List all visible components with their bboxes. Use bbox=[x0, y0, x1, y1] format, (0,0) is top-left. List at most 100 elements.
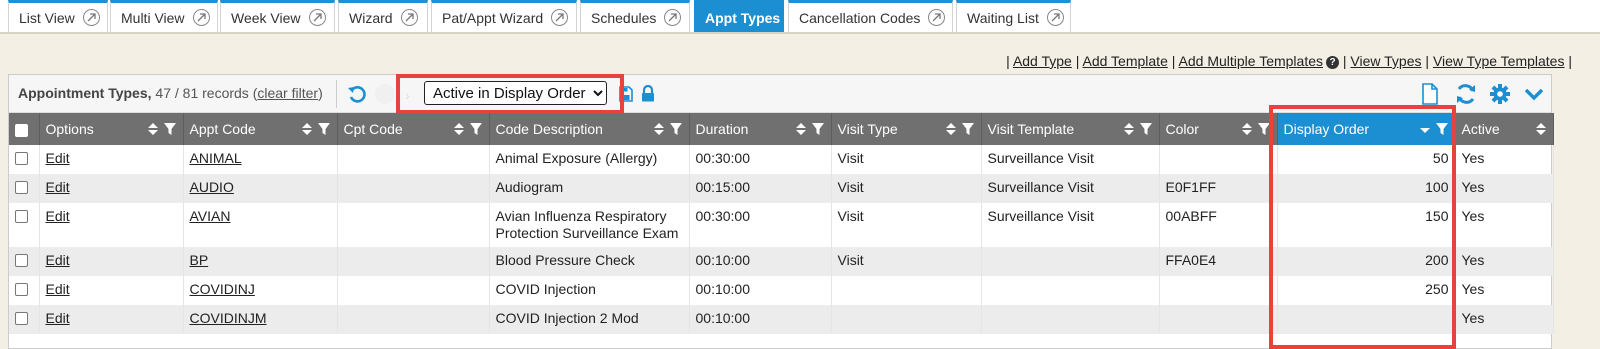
sort-icon[interactable] bbox=[147, 122, 159, 136]
view-types-link[interactable]: View Types bbox=[1350, 53, 1421, 69]
sort-icon[interactable] bbox=[1123, 122, 1135, 136]
tab-appt-types[interactable]: Appt Types bbox=[694, 0, 784, 32]
external-link-icon[interactable] bbox=[400, 9, 418, 26]
external-link-icon[interactable] bbox=[664, 9, 682, 26]
column-header-duration[interactable]: Duration bbox=[689, 113, 832, 145]
cell-visit-template: Surveillance Visit bbox=[981, 203, 1160, 247]
gear-icon[interactable] bbox=[1489, 83, 1511, 105]
cell-options: Edit bbox=[39, 145, 184, 174]
column-header-visit-template[interactable]: Visit Template bbox=[981, 113, 1160, 145]
appt-code-link[interactable]: COVIDINJ bbox=[190, 281, 255, 297]
filter-icon[interactable] bbox=[163, 122, 177, 136]
header-label: Visit Template bbox=[987, 121, 1075, 137]
column-header-color[interactable]: Color bbox=[1159, 113, 1278, 145]
new-document-icon[interactable] bbox=[1421, 83, 1439, 105]
column-header-code-description[interactable]: Code Description bbox=[489, 113, 690, 145]
cell-color bbox=[1159, 305, 1278, 334]
tab-list-view[interactable]: List View bbox=[8, 0, 108, 32]
filter-icon[interactable] bbox=[961, 122, 975, 136]
refresh-icon[interactable] bbox=[1455, 83, 1477, 105]
add-type-link[interactable]: Add Type bbox=[1013, 53, 1072, 69]
external-link-icon[interactable] bbox=[82, 9, 100, 26]
column-header-display-order[interactable]: Display Order bbox=[1277, 113, 1456, 145]
edit-link[interactable]: Edit bbox=[46, 208, 70, 224]
appointment-types-table: Options Appt Code Cpt Code Code Descript… bbox=[9, 113, 1554, 334]
appt-code-link[interactable]: BP bbox=[190, 252, 209, 268]
table-row[interactable]: Edit AVIAN Avian Influenza Respiratory P… bbox=[9, 203, 1554, 247]
chevron-down-icon[interactable] bbox=[1523, 83, 1545, 105]
cell-duration: 00:10:00 bbox=[689, 247, 832, 276]
sort-icon[interactable] bbox=[795, 122, 807, 136]
select-all-checkbox[interactable] bbox=[15, 123, 28, 137]
external-link-icon[interactable] bbox=[551, 9, 569, 26]
appt-code-link[interactable]: AUDIO bbox=[190, 179, 234, 195]
edit-link[interactable]: Edit bbox=[46, 252, 70, 268]
external-link-icon[interactable] bbox=[928, 9, 946, 26]
sort-descending-icon[interactable] bbox=[1419, 122, 1431, 136]
edit-link[interactable]: Edit bbox=[46, 150, 70, 166]
filter-icon[interactable] bbox=[469, 122, 483, 136]
tab-week-view[interactable]: Week View bbox=[220, 0, 335, 32]
column-header-cpt-code[interactable]: Cpt Code bbox=[337, 113, 490, 145]
tab-schedules[interactable]: Schedules bbox=[580, 0, 690, 32]
tab-wizard[interactable]: Wizard bbox=[338, 0, 428, 32]
tab-waiting-list[interactable]: Waiting List bbox=[956, 0, 1071, 32]
sort-icon[interactable] bbox=[653, 122, 665, 136]
sort-icon[interactable] bbox=[301, 122, 313, 136]
cell-display-order: 50 bbox=[1277, 145, 1456, 174]
appt-code-link[interactable]: AVIAN bbox=[190, 208, 231, 224]
row-checkbox[interactable] bbox=[15, 254, 28, 267]
add-multiple-templates-link[interactable]: Add Multiple Templates bbox=[1179, 53, 1323, 69]
cell-visit-template: Surveillance Visit bbox=[981, 145, 1160, 174]
tab-pat-appt-wizard[interactable]: Pat/Appt Wizard bbox=[431, 0, 577, 32]
appt-code-link[interactable]: ANIMAL bbox=[190, 150, 242, 166]
cell-options: Edit bbox=[39, 247, 184, 276]
filter-icon[interactable] bbox=[811, 122, 825, 136]
sort-icon[interactable] bbox=[1241, 122, 1253, 136]
highlight-box-select bbox=[396, 74, 624, 114]
edit-link[interactable]: Edit bbox=[46, 179, 70, 195]
cell-active: Yes bbox=[1455, 247, 1554, 276]
lock-icon[interactable] bbox=[641, 85, 655, 102]
sort-icon[interactable] bbox=[1535, 122, 1547, 136]
external-link-icon[interactable] bbox=[308, 9, 326, 26]
filter-icon[interactable] bbox=[1435, 122, 1449, 136]
row-checkbox[interactable] bbox=[15, 312, 28, 325]
table-row[interactable]: Edit BP Blood Pressure Check 00:10:00 Vi… bbox=[9, 247, 1554, 276]
previous-icon[interactable] bbox=[375, 84, 395, 104]
sort-icon[interactable] bbox=[453, 122, 465, 136]
external-link-icon[interactable] bbox=[1046, 9, 1064, 26]
table-row[interactable]: Edit ANIMAL Animal Exposure (Allergy) 00… bbox=[9, 145, 1554, 174]
edit-link[interactable]: Edit bbox=[46, 310, 70, 326]
tab-cancellation-codes[interactable]: Cancellation Codes bbox=[788, 0, 953, 32]
tab-multi-view[interactable]: Multi View bbox=[110, 0, 218, 32]
row-select-cell bbox=[9, 305, 40, 334]
edit-link[interactable]: Edit bbox=[46, 281, 70, 297]
table-row[interactable]: Edit COVIDINJ COVID Injection 00:10:00 2… bbox=[9, 276, 1554, 305]
column-header-active[interactable]: Active bbox=[1455, 113, 1554, 145]
column-header-appt-code[interactable]: Appt Code bbox=[183, 113, 338, 145]
help-icon[interactable]: ? bbox=[1326, 56, 1339, 69]
column-header-visit-type[interactable]: Visit Type bbox=[831, 113, 982, 145]
add-template-link[interactable]: Add Template bbox=[1083, 53, 1168, 69]
external-link-icon[interactable] bbox=[192, 9, 210, 26]
column-header-options[interactable]: Options bbox=[39, 113, 184, 145]
filter-icon[interactable] bbox=[669, 122, 683, 136]
row-checkbox[interactable] bbox=[15, 152, 28, 165]
row-select-cell bbox=[9, 276, 40, 305]
filter-icon[interactable] bbox=[317, 122, 331, 136]
appt-code-link[interactable]: COVIDINJM bbox=[190, 310, 267, 326]
table-row[interactable]: Edit COVIDINJM COVID Injection 2 Mod 00:… bbox=[9, 305, 1554, 334]
table-row[interactable]: Edit AUDIO Audiogram 00:15:00 Visit Surv… bbox=[9, 174, 1554, 203]
view-type-templates-link[interactable]: View Type Templates bbox=[1433, 53, 1565, 69]
undo-icon[interactable] bbox=[347, 84, 367, 104]
row-checkbox[interactable] bbox=[15, 181, 28, 194]
sort-icon[interactable] bbox=[945, 122, 957, 136]
row-checkbox[interactable] bbox=[15, 210, 28, 223]
header-label: Code Description bbox=[495, 121, 603, 137]
select-all-header bbox=[9, 113, 40, 145]
filter-icon[interactable] bbox=[1257, 122, 1271, 136]
row-checkbox[interactable] bbox=[15, 283, 28, 296]
filter-icon[interactable] bbox=[1139, 122, 1153, 136]
clear-filter-link[interactable]: clear filter bbox=[257, 85, 318, 101]
